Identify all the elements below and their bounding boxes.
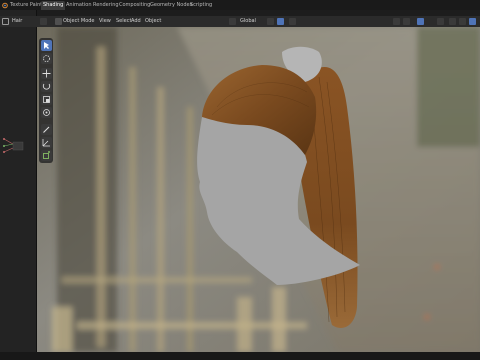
menu-view[interactable]: View	[99, 17, 111, 26]
tab-animation[interactable]: Animation	[66, 1, 92, 10]
status-bar	[0, 352, 480, 360]
menu-add[interactable]: Add	[131, 17, 141, 26]
menu-object[interactable]: Object	[145, 17, 161, 26]
outliner-item-label: Hair	[12, 18, 23, 24]
shading-material-icon[interactable]	[459, 18, 466, 25]
snap-icon[interactable]	[277, 18, 284, 25]
move-icon[interactable]	[41, 68, 52, 79]
outliner-header: Hair	[0, 16, 37, 27]
editor-type-dropdown[interactable]	[40, 18, 47, 25]
left-editor-panel: Hair	[0, 10, 37, 352]
tab-shading[interactable]: Shading	[41, 1, 66, 10]
shading-rendered-icon[interactable]	[469, 18, 476, 25]
gizmo-icon[interactable]	[403, 18, 410, 25]
shading-solid-icon[interactable]	[449, 18, 456, 25]
viewport-header: Object Mode View Select Add Object Globa…	[37, 16, 480, 27]
transform-orientation-dropdown[interactable]: Global	[240, 17, 256, 26]
tab-texture-paint[interactable]: Texture Paint	[10, 1, 42, 10]
rotate-icon[interactable]	[41, 81, 52, 92]
visibility-icon[interactable]	[393, 18, 400, 25]
tab-rendering[interactable]: Rendering	[93, 1, 119, 10]
mode-selector-icon[interactable]	[55, 18, 62, 25]
transform-icon[interactable]	[41, 107, 52, 118]
add-cube-icon[interactable]	[41, 150, 52, 161]
3d-viewport[interactable]	[37, 27, 480, 352]
cursor-icon[interactable]	[41, 53, 52, 64]
object-mode-dropdown[interactable]: Object Mode	[63, 17, 95, 26]
measure-icon[interactable]	[41, 137, 52, 148]
menu-select[interactable]: Select	[116, 17, 131, 26]
select-box-icon[interactable]	[41, 40, 52, 51]
scale-icon[interactable]	[41, 94, 52, 105]
tab-compositing[interactable]: Compositing	[119, 1, 150, 10]
blender-logo-icon[interactable]	[1, 1, 9, 10]
viewport-render	[37, 27, 480, 352]
pivot-icon[interactable]	[267, 18, 274, 25]
editor-type-icon[interactable]	[2, 18, 9, 25]
tab-geometry-nodes[interactable]: Geometry Nodes	[150, 1, 192, 10]
overlays-icon[interactable]	[417, 18, 424, 25]
tool-shelf	[39, 38, 53, 163]
xray-icon[interactable]	[437, 18, 444, 25]
orientation-icon[interactable]	[229, 18, 236, 25]
workspace-tab-bar: Texture Paint Shading Animation Renderin…	[0, 0, 480, 10]
tab-scripting[interactable]: Scripting	[190, 1, 212, 10]
proportional-edit-icon[interactable]	[289, 18, 296, 25]
node-preview-graphic	[3, 138, 24, 153]
annotate-icon[interactable]	[41, 124, 52, 135]
